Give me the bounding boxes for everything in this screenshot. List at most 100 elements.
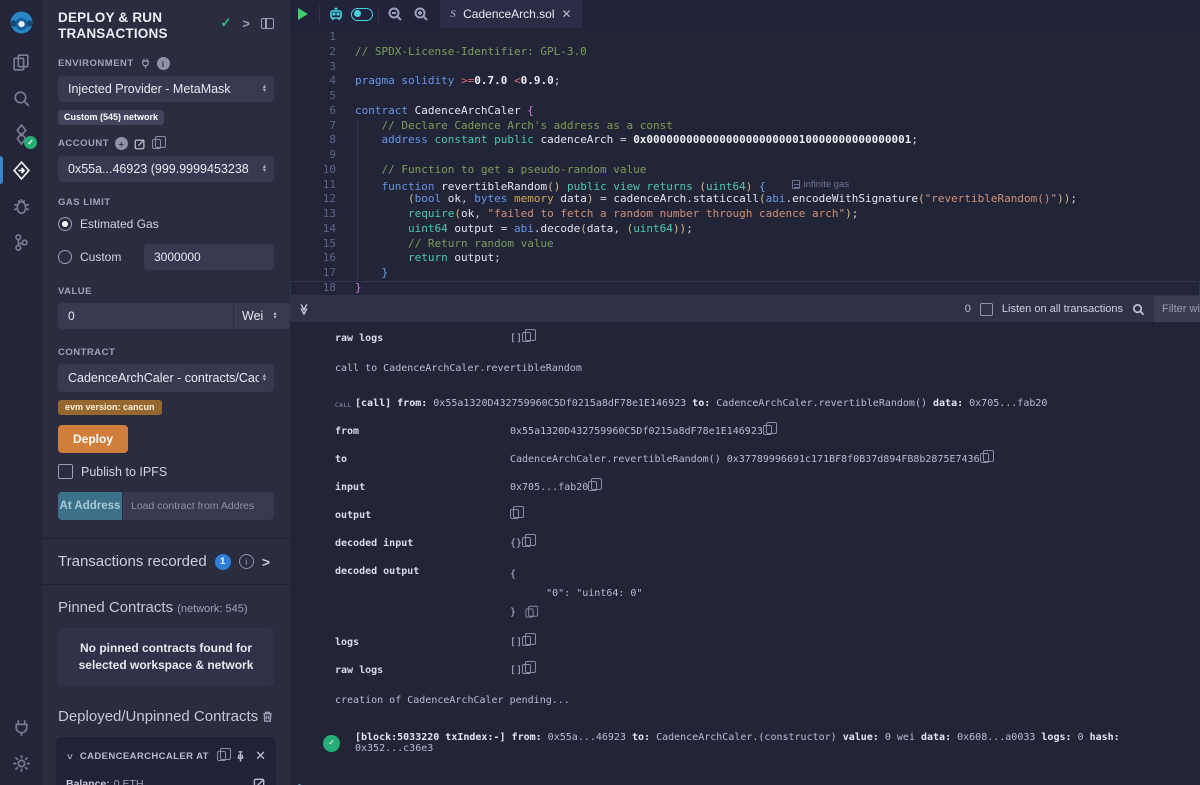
transactions-info-icon[interactable]: i [239, 554, 254, 569]
code-line-16: 16 return output; [290, 251, 1200, 266]
code-editor[interactable]: 12// SPDX-License-Identifier: GPL-3.034p… [290, 28, 1200, 296]
line-number: 16 [290, 251, 336, 266]
value-input[interactable] [58, 303, 233, 329]
select-arrows-icon: ▴▾ [263, 165, 266, 173]
code-line-7: 7 // Declare Cadence Arch's address as a… [290, 119, 1200, 134]
zoom-in-button[interactable] [408, 0, 434, 28]
copy-icon[interactable] [763, 425, 772, 435]
deployed-contracts-heading: Deployed/Unpinned Contracts [58, 708, 258, 725]
at-address-button[interactable]: At Address [58, 492, 122, 520]
terminal-call-row[interactable]: CALL[call] from: 0x55a1320D432759960C5Df… [335, 398, 1200, 409]
code-line-10: 10 // Function to get a pseudo-random va… [290, 163, 1200, 178]
estimated-gas-label: Estimated Gas [80, 217, 159, 231]
line-number: 9 [290, 148, 336, 163]
value-label: VALUE [58, 286, 92, 297]
terminal-kv-row: input0x705...fab20 [335, 481, 1200, 495]
plug-icon[interactable] [140, 58, 151, 69]
terminal-filter-input[interactable] [1154, 296, 1200, 322]
custom-gas-radio[interactable] [58, 250, 72, 264]
environment-info-icon[interactable]: i [157, 57, 170, 70]
tab-close-icon[interactable]: ✕ [562, 7, 572, 21]
tab-filename: CadenceArch.sol [463, 7, 554, 21]
clear-deployed-trash-icon[interactable] [261, 710, 274, 723]
add-account-icon[interactable]: + [115, 137, 128, 150]
transactions-expand-icon[interactable]: > [262, 554, 274, 570]
ai-assistant-button[interactable] [323, 0, 349, 28]
terminal-kv-row: logs[] [335, 636, 1200, 650]
search-icon[interactable] [0, 80, 42, 116]
remix-logo[interactable] [0, 0, 42, 44]
at-address-input[interactable] [123, 492, 274, 520]
copy-icon[interactable] [588, 481, 597, 491]
environment-select[interactable]: Injected Provider - MetaMask ▴▾ [58, 76, 274, 102]
environment-value: Injected Provider - MetaMask [68, 82, 259, 96]
contract-label: CONTRACT [58, 347, 115, 358]
transactions-recorded-row[interactable]: Transactions recorded 1 i > [58, 539, 274, 584]
copy-icon[interactable] [522, 636, 531, 646]
terminal-row-value: {} [510, 537, 522, 551]
plugin-manager-icon[interactable] [0, 709, 42, 745]
copy-icon[interactable] [510, 509, 519, 519]
pin-contract-icon[interactable] [234, 750, 247, 763]
deploy-button[interactable]: Deploy [58, 425, 128, 453]
line-number: 10 [290, 163, 336, 178]
account-value: 0x55a...46923 (999.9999453238 [68, 162, 259, 176]
solidity-compiler-icon[interactable]: ✓ [0, 116, 42, 152]
edit-balance-icon[interactable] [253, 777, 266, 785]
panel-forward-icon[interactable]: > [242, 16, 250, 31]
contract-value: CadenceArchCaler - contracts/Cac [68, 371, 259, 385]
deploy-run-icon[interactable] [0, 152, 42, 188]
git-icon[interactable] [0, 224, 42, 260]
line-number: 17 [290, 266, 336, 281]
terminal-row-label: raw logs [335, 664, 510, 678]
deployed-contract-card: > CADENCEARCHCALER AT 0) ✕ Balance: 0 ET… [56, 737, 276, 785]
copy-icon[interactable] [522, 332, 531, 342]
settings-gear-icon[interactable] [0, 745, 42, 781]
network-badge: Custom (545) network [58, 110, 164, 125]
account-select[interactable]: 0x55a...46923 (999.9999453238 ▴▾ [58, 156, 274, 182]
deployed-contract-title: CADENCEARCHCALER AT 0) [80, 751, 209, 762]
remove-contract-icon[interactable]: ✕ [255, 748, 266, 764]
terminal-kv-row: raw logs[] [335, 664, 1200, 678]
contract-select[interactable]: CadenceArchCaler - contracts/Cac ▴▾ [58, 364, 274, 392]
debugger-icon[interactable] [0, 188, 42, 224]
file-explorer-icon[interactable] [0, 44, 42, 80]
sign-message-icon[interactable] [134, 138, 146, 150]
estimated-gas-radio[interactable] [58, 217, 72, 231]
panel-pin-icon[interactable] [261, 18, 274, 29]
terminal-row-label: from [335, 425, 510, 439]
code-line-12: 12 (bool ok, bytes memory data) = cadenc… [290, 192, 1200, 207]
code-line-2: 2// SPDX-License-Identifier: GPL-3.0 [290, 45, 1200, 60]
line-number: 3 [290, 60, 336, 75]
evm-version-badge: evm version: cancun [58, 400, 162, 415]
play-icon [298, 8, 308, 20]
publish-ipfs-checkbox[interactable] [58, 464, 73, 479]
copilot-toggle[interactable] [349, 0, 375, 28]
solidity-file-icon: S [450, 8, 456, 20]
copy-icon[interactable] [980, 453, 989, 463]
pinned-network-label: (network: 545) [177, 603, 247, 615]
terminal-row-label: raw logs [335, 332, 510, 346]
copy-icon[interactable] [522, 664, 531, 674]
terminal-row-label: decoded output [335, 565, 510, 579]
code-line-4: 4pragma solidity >=0.7.0 <0.9.0; [290, 74, 1200, 89]
copy-account-icon[interactable] [152, 139, 161, 149]
custom-gas-input[interactable] [144, 244, 274, 270]
terminal-collapse-icon[interactable]: ≫ [297, 303, 310, 315]
listen-all-checkbox[interactable] [980, 303, 993, 316]
zoom-out-button[interactable] [382, 0, 408, 28]
line-number: 13 [290, 207, 336, 222]
terminal-text-row: creation of CadenceArchCaler pending... [335, 695, 1200, 706]
card-collapse-icon[interactable]: > [63, 753, 74, 759]
tab-cadencearch-sol[interactable]: S CadenceArch.sol ✕ [440, 0, 582, 28]
terminal-search-icon[interactable] [1132, 303, 1145, 316]
value-unit-select[interactable]: Wei ▴▾ [234, 303, 290, 329]
copy-icon[interactable] [522, 537, 531, 547]
pinned-empty-message: No pinned contracts found forselected wo… [58, 628, 274, 686]
copy-icon[interactable] [525, 608, 533, 617]
terminal-block-row[interactable]: ✓[block:5033220 txIndex:-] from: 0x55a..… [323, 732, 1200, 754]
copy-contract-address-icon[interactable] [217, 751, 226, 761]
infinite-gas-annotation: infinite gas [792, 178, 849, 193]
terminal-output[interactable]: raw logs[]call to CadenceArchCaler.rever… [290, 322, 1200, 785]
run-script-button[interactable] [290, 0, 316, 28]
